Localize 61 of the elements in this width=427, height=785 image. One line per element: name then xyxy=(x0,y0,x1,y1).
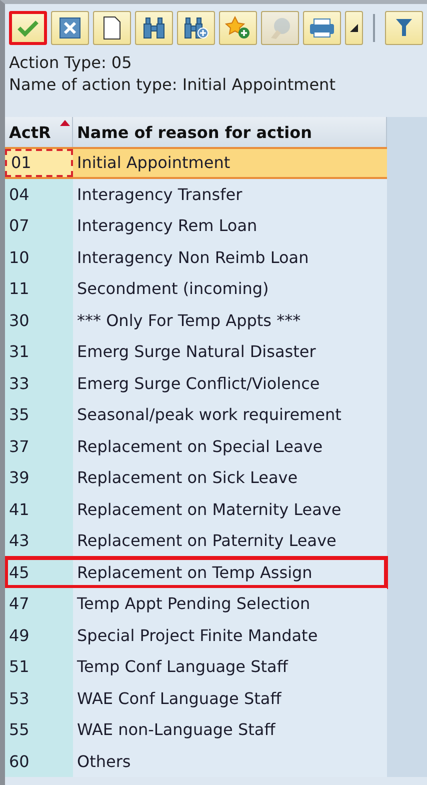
table-row[interactable]: 35 Seasonal/peak work requirement xyxy=(5,399,387,430)
table-row[interactable]: 41 Replacement on Maternity Leave xyxy=(5,494,387,525)
sort-arrow-icon xyxy=(60,120,70,126)
close-icon xyxy=(59,17,81,39)
table-row[interactable]: 11 Secondment (incoming) xyxy=(5,273,387,304)
name-cell-text: Initial Appointment xyxy=(76,152,232,174)
code-cell: 39 xyxy=(5,462,73,494)
binoculars-plus-icon xyxy=(183,16,209,40)
table-row[interactable]: 01 Initial Appointment xyxy=(5,147,387,178)
star-plus-icon xyxy=(225,16,251,40)
code-cell: 41 xyxy=(5,494,73,525)
favorite-add-button[interactable] xyxy=(219,11,257,45)
code-cell: 07 xyxy=(5,210,73,242)
code-cell: 30 xyxy=(5,304,73,336)
table-row[interactable]: 39 Replacement on Sick Leave xyxy=(5,462,387,494)
code-cell: 31 xyxy=(5,336,73,368)
code-cell: 60 xyxy=(5,746,73,777)
table-row[interactable]: 33 Emerg Surge Conflict/Violence xyxy=(5,368,387,399)
code-cell: 01 xyxy=(5,149,73,176)
code-cell: 33 xyxy=(5,368,73,399)
dropdown-arrow-icon xyxy=(350,24,358,32)
table-row[interactable]: 07 Interagency Rem Loan xyxy=(5,210,387,242)
table-row[interactable]: 10 Interagency Non Reimb Loan xyxy=(5,242,387,273)
dropdown-button[interactable] xyxy=(345,11,363,45)
document-button[interactable] xyxy=(93,11,131,45)
table-row[interactable]: 30 *** Only For Temp Appts *** xyxy=(5,304,387,336)
code-cell: 47 xyxy=(5,588,73,620)
code-cell: 35 xyxy=(5,399,73,430)
table-row[interactable]: 37 Replacement on Special Leave xyxy=(5,430,387,462)
toolbar-separator xyxy=(373,14,375,42)
print-button[interactable] xyxy=(303,11,341,45)
code-cell: 04 xyxy=(5,178,73,210)
table-row[interactable]: 45 Replacement on Temp Assign xyxy=(5,556,387,588)
cancel-button[interactable] xyxy=(51,11,89,45)
info-text: Action Type: 05 xyxy=(9,52,133,74)
check-button[interactable] xyxy=(9,11,47,45)
code-cell: 51 xyxy=(5,651,73,682)
code-cell: 10 xyxy=(5,242,73,273)
find-button[interactable] xyxy=(135,11,173,45)
document-icon xyxy=(103,16,121,40)
code-cell: 49 xyxy=(5,620,73,651)
binoculars-icon xyxy=(142,16,166,40)
code-cell: 55 xyxy=(5,714,73,746)
filter-button[interactable] xyxy=(385,11,423,45)
code-cell: 37 xyxy=(5,430,73,462)
info-text: Name of action type: Initial Appointment xyxy=(9,74,336,96)
table-row[interactable]: 60 Others xyxy=(5,746,387,777)
table-row[interactable]: 55 WAE non-Language Staff xyxy=(5,714,387,746)
printer-icon xyxy=(309,17,335,39)
table-row[interactable]: 51 Temp Conf Language Staff xyxy=(5,651,387,682)
code-cell: 53 xyxy=(5,682,73,714)
table-row[interactable]: 43 Replacement on Paternity Leave xyxy=(5,525,387,556)
table-row[interactable]: 49 Special Project Finite Mandate xyxy=(5,620,387,651)
checkmark-icon xyxy=(17,19,39,37)
table-row[interactable]: 53 WAE Conf Language Staff xyxy=(5,682,387,714)
table-row[interactable]: 04 Interagency Transfer xyxy=(5,178,387,210)
table-row[interactable]: 47 Temp Appt Pending Selection xyxy=(5,588,387,620)
table-row[interactable]: 31 Emerg Surge Natural Disaster xyxy=(5,336,387,368)
code-cell: 11 xyxy=(5,273,73,304)
code-cell: 43 xyxy=(5,525,73,556)
find-next-button[interactable] xyxy=(177,11,215,45)
